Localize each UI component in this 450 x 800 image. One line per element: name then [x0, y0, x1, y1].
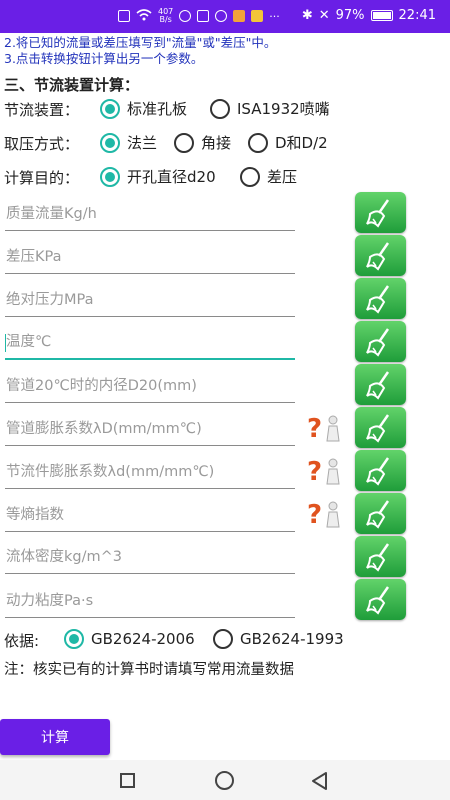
radio-dot: [213, 629, 233, 649]
temperature-input[interactable]: [5, 328, 296, 356]
dynamic-viscosity-field[interactable]: [5, 587, 296, 618]
note-text: 注：核实已有的计算书时请填写常用流量数据: [4, 662, 294, 678]
svg-text:?: ?: [307, 457, 322, 486]
broom-icon: [366, 242, 390, 271]
game-icon: [215, 10, 228, 22]
pipe-diameter-field[interactable]: [5, 372, 296, 403]
radio-corner[interactable]: 角接: [174, 132, 231, 153]
app-notification-icon: [179, 10, 192, 22]
isentropic-exponent-input[interactable]: [5, 501, 296, 529]
clear-dynamic-viscosity-button[interactable]: [355, 579, 406, 620]
fluid-density-field[interactable]: [5, 543, 296, 574]
element-expansion-input[interactable]: [5, 458, 296, 486]
vibrate-icon: ✕: [318, 8, 330, 23]
calculate-button[interactable]: 计算: [0, 719, 110, 755]
status-icons-left: 407 B/s ···: [118, 8, 280, 24]
purpose-label: 计算目的：: [4, 169, 80, 187]
broom-icon: [366, 500, 390, 529]
tapping-label: 取压方式：: [4, 135, 80, 153]
radio-flange[interactable]: 法兰: [100, 132, 157, 153]
clear-fluid-density-button[interactable]: [355, 536, 406, 577]
fluid-density-input[interactable]: [5, 543, 296, 571]
element-expansion-help-icon[interactable]: ?: [307, 456, 343, 487]
pipe-diameter-input[interactable]: [5, 372, 296, 400]
radio-dot: [100, 166, 120, 187]
home-icon[interactable]: [215, 771, 234, 790]
clear-pipe-expansion-button[interactable]: [355, 407, 406, 448]
device-label: 节流装置：: [4, 101, 80, 119]
radio-dot: [100, 132, 120, 153]
navigation-bar: [0, 760, 450, 800]
broom-icon: [366, 414, 390, 443]
radio-dot: [240, 166, 260, 187]
radio-differential-pressure[interactable]: 差压: [240, 166, 297, 187]
broom-icon: [366, 285, 390, 314]
battery-icon: [370, 10, 393, 21]
temperature-field[interactable]: [5, 328, 296, 360]
radio-dot: [100, 98, 120, 119]
basis-label: 依据:: [4, 632, 40, 650]
isentropic-exponent-help-icon[interactable]: ?: [307, 499, 343, 530]
message-icon: [233, 10, 246, 22]
isentropic-exponent-field[interactable]: [5, 501, 296, 532]
clear-temperature-button[interactable]: [355, 321, 406, 362]
radio-bore-diameter[interactable]: 开孔直径d20: [100, 166, 216, 187]
clear-mass-flow-button[interactable]: [355, 192, 406, 233]
differential-pressure-field[interactable]: [5, 243, 296, 274]
broom-icon: [366, 328, 390, 357]
more-notifications-icon: ···: [269, 9, 280, 23]
chat-icon: [251, 10, 264, 22]
status-bar: 407 B/s ··· ✱ ✕ 97% 22:41: [0, 0, 450, 33]
clear-differential-pressure-button[interactable]: [355, 235, 406, 276]
radio-dot: [210, 98, 230, 119]
clock: 22:41: [398, 8, 436, 23]
radio-dot: [174, 132, 194, 153]
broom-icon: [366, 543, 390, 572]
clear-absolute-pressure-button[interactable]: [355, 278, 406, 319]
mass-flow-field[interactable]: [5, 200, 296, 231]
hint-line-2: 2.将已知的流量或差压填写到"流量"或"差压"中。: [4, 35, 277, 50]
absolute-pressure-input[interactable]: [5, 286, 296, 314]
svg-text:?: ?: [307, 414, 322, 443]
radio-d-and-d2[interactable]: D和D/2: [248, 132, 328, 153]
pipe-expansion-help-icon[interactable]: ?: [307, 413, 343, 444]
radio-gb2624-1993[interactable]: GB2624-1993: [213, 629, 344, 649]
radio-dot: [64, 629, 84, 649]
status-icons-right: ✱ ✕ 97% 22:41: [302, 8, 436, 23]
clear-pipe-diameter-button[interactable]: [355, 364, 406, 405]
broom-icon: [366, 199, 390, 228]
shield-icon: [197, 10, 210, 22]
back-icon[interactable]: [310, 771, 330, 795]
dynamic-viscosity-input[interactable]: [5, 587, 296, 615]
radio-gb2624-2006[interactable]: GB2624-2006: [64, 629, 195, 649]
clear-isentropic-exponent-button[interactable]: [355, 493, 406, 534]
absolute-pressure-field[interactable]: [5, 286, 296, 317]
pipe-expansion-field[interactable]: [5, 415, 296, 446]
radio-standard-orifice[interactable]: 标准孔板: [100, 98, 187, 119]
element-expansion-field[interactable]: [5, 458, 296, 489]
clear-element-expansion-button[interactable]: [355, 450, 406, 491]
wifi-icon: [136, 8, 152, 24]
radio-isa1932-nozzle[interactable]: ISA1932喷嘴: [210, 98, 330, 119]
bluetooth-icon: ✱: [301, 8, 313, 23]
radio-dot: [248, 132, 268, 153]
mass-flow-input[interactable]: [5, 200, 296, 228]
differential-pressure-input[interactable]: [5, 243, 296, 271]
hint-line-3: 3.点击转换按钮计算出另一个参数。: [4, 51, 204, 66]
pipe-expansion-input[interactable]: [5, 415, 296, 443]
battery-percent: 97%: [335, 8, 365, 23]
svg-text:?: ?: [307, 500, 322, 529]
broom-icon: [366, 586, 390, 615]
network-speed: 407 B/s: [158, 7, 174, 24]
section-title: 三、节流装置计算：: [4, 76, 140, 94]
broom-icon: [366, 457, 390, 486]
broom-icon: [366, 371, 390, 400]
nfc-icon: [118, 10, 130, 22]
recent-apps-icon[interactable]: [120, 773, 135, 788]
